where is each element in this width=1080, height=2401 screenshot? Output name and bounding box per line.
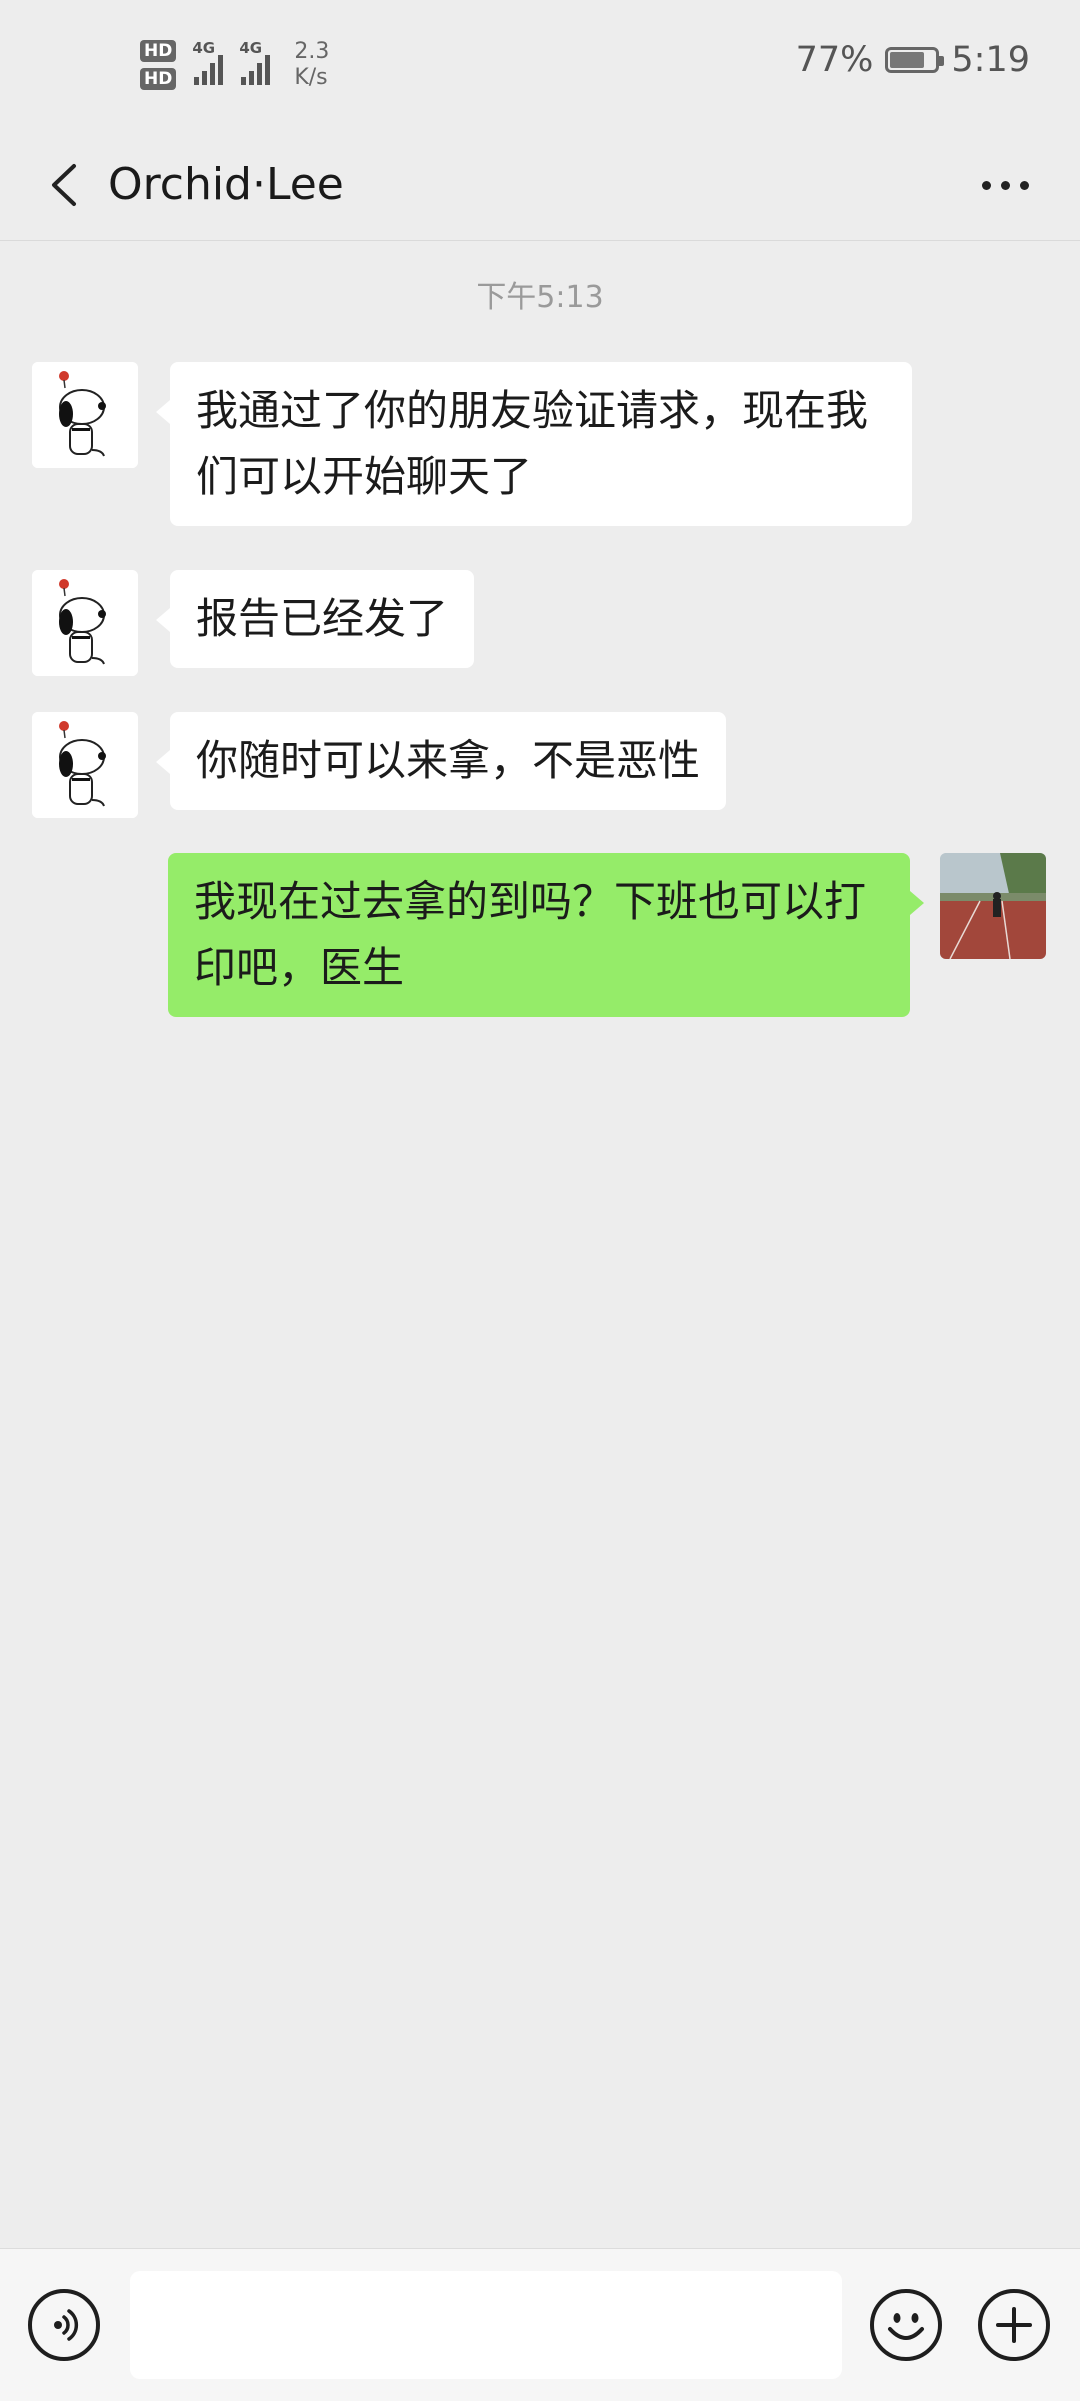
battery-icon <box>885 47 945 73</box>
contact-avatar[interactable] <box>32 712 138 818</box>
more-actions-button[interactable] <box>978 2289 1050 2361</box>
signal-sim2-icon: 4G <box>239 39 271 85</box>
battery-percent: 77% <box>795 40 874 80</box>
network-speed-value: 2.3 <box>294 39 330 64</box>
outgoing-message[interactable]: 我现在过去拿的到吗？下班也可以打印吧，医生 <box>168 853 924 1017</box>
message-timestamp: 下午5:13 <box>476 280 604 315</box>
more-dots-icon <box>981 180 991 190</box>
hd-sim2: HD <box>140 68 177 90</box>
hd-indicators: HD HD <box>140 40 177 90</box>
hd-sim1: HD <box>140 40 177 62</box>
clock: 5:19 <box>951 40 1030 80</box>
emoji-button[interactable] <box>870 2289 942 2361</box>
status-bar: HD HD 4G 4G 2.3 K/s 77% 5:19 <box>0 0 1080 130</box>
incoming-message[interactable]: 报告已经发了 <box>155 570 475 668</box>
snoopy-avatar-icon <box>32 362 138 468</box>
chat-header: Orchid·Lee <box>0 130 1080 241</box>
emoji-icon <box>888 2313 924 2340</box>
status-right: 77% 5:19 <box>796 40 1030 80</box>
message-input[interactable] <box>130 2271 842 2379</box>
back-button[interactable] <box>30 150 100 220</box>
plus-icon <box>996 2307 1032 2343</box>
running-track-avatar-icon <box>940 853 1046 959</box>
contact-avatar[interactable] <box>32 362 138 468</box>
chat-title: Orchid·Lee <box>108 159 344 210</box>
network-speed-unit: K/s <box>294 65 328 90</box>
voice-button[interactable] <box>28 2289 100 2361</box>
my-avatar[interactable] <box>940 853 1046 959</box>
chevron-left-icon <box>52 164 76 206</box>
voice-icon <box>54 2309 79 2341</box>
incoming-message[interactable]: 你随时可以来拿，不是恶性 <box>155 712 727 810</box>
network-speed: 2.3 K/s <box>294 39 329 91</box>
incoming-message[interactable]: 我通过了你的朋友验证请求，现在我们可以开始聊天了 <box>156 362 912 526</box>
network-type-1: 4G <box>192 39 216 57</box>
network-type-2: 4G <box>239 39 263 57</box>
input-bar <box>0 2248 1080 2401</box>
more-button[interactable] <box>970 160 1040 210</box>
status-left: HD HD 4G 4G 2.3 K/s <box>140 30 329 100</box>
contact-avatar[interactable] <box>32 570 138 676</box>
snoopy-avatar-icon <box>32 570 138 676</box>
snoopy-avatar-icon <box>32 712 138 818</box>
signal-sim1-icon: 4G <box>192 39 224 85</box>
